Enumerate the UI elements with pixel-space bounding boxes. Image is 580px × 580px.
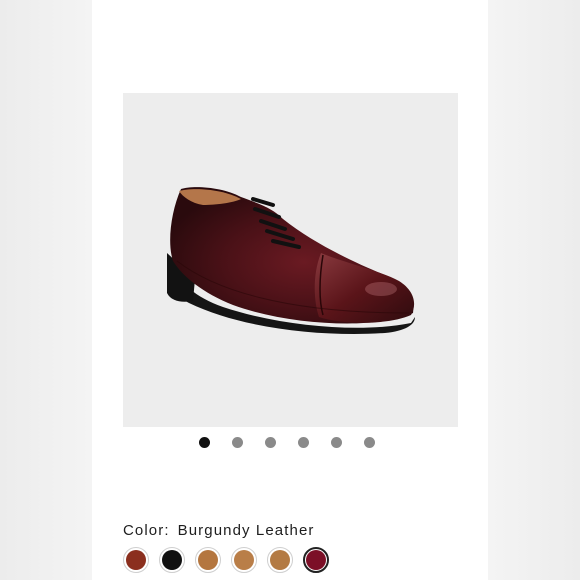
- product-image[interactable]: [123, 93, 458, 427]
- swatch-fill: [306, 550, 326, 570]
- left-margin: [0, 0, 92, 580]
- selected-color-name: Burgundy Leather: [177, 522, 315, 539]
- color-swatch[interactable]: [159, 547, 185, 573]
- color-label: Color:: [123, 522, 170, 539]
- swatch-fill: [126, 550, 146, 570]
- swatch-fill: [270, 550, 290, 570]
- carousel-dot[interactable]: [232, 436, 243, 448]
- color-swatch[interactable]: [231, 547, 257, 573]
- oxford-shoe-icon: [167, 187, 415, 334]
- color-swatch[interactable]: [303, 547, 329, 573]
- color-swatches: [123, 546, 329, 574]
- image-carousel-dots: [199, 435, 381, 449]
- carousel-dot[interactable]: [298, 436, 309, 448]
- swatch-fill: [198, 550, 218, 570]
- right-margin: [488, 0, 580, 580]
- color-swatch[interactable]: [123, 547, 149, 573]
- color-swatch[interactable]: [195, 547, 221, 573]
- color-selection: Color: Burgundy Leather: [123, 522, 314, 542]
- swatch-fill: [234, 550, 254, 570]
- carousel-dot[interactable]: [331, 436, 342, 448]
- swatch-fill: [162, 550, 182, 570]
- carousel-dot[interactable]: [364, 436, 375, 448]
- carousel-dot[interactable]: [265, 436, 276, 448]
- color-swatch[interactable]: [267, 547, 293, 573]
- carousel-dot[interactable]: [199, 436, 210, 448]
